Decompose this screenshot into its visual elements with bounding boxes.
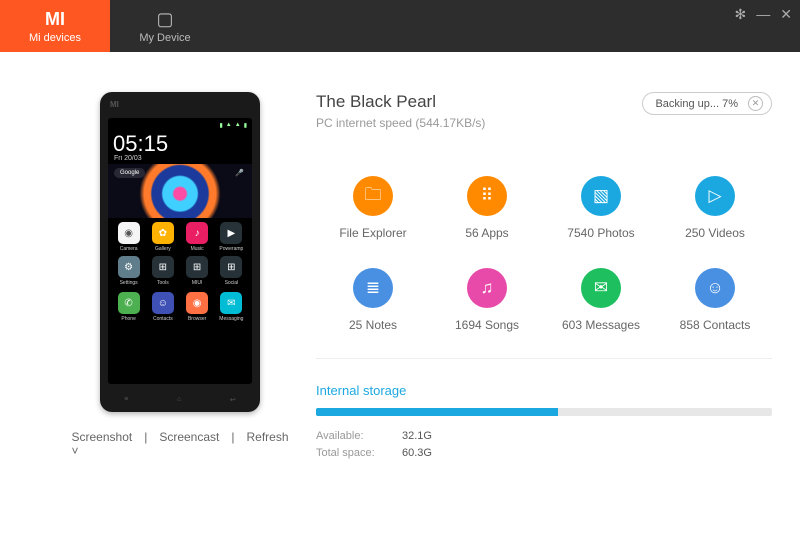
tile-file-explorer[interactable]: 🗀 File Explorer — [316, 176, 430, 240]
screenshot-button[interactable]: Screenshot ˅ — [72, 430, 133, 458]
divider: | — [144, 430, 147, 458]
window-controls: ✻ — ✕ — [735, 6, 792, 23]
app-social: ⊞Social — [216, 256, 247, 286]
tile-label: 56 Apps — [465, 226, 508, 240]
storage-title: Internal storage — [316, 383, 772, 398]
app-music: ♪Music — [182, 222, 213, 252]
screencast-button[interactable]: Screencast — [159, 430, 219, 458]
minimize-icon[interactable]: — — [756, 6, 770, 23]
app-miui: ⊞MIUI — [182, 256, 213, 286]
dock: ✆Phone☺Contacts◉Browser✉Messaging — [113, 292, 247, 322]
tile-250-videos[interactable]: ▷ 250 Videos — [658, 176, 772, 240]
header-bar: MI Mi devices ▢ My Device ✻ — ✕ — [0, 0, 800, 52]
status-bar: ▮▲▲▮ — [113, 122, 247, 129]
divider: | — [231, 430, 234, 458]
total-label: Total space: — [316, 445, 402, 462]
tile-label: File Explorer — [339, 226, 406, 240]
tab-label: My Device — [139, 32, 190, 44]
nav-keys: ≡⌂↩ — [100, 396, 260, 404]
close-icon[interactable]: ✕ — [780, 6, 792, 23]
tile-label: 250 Videos — [685, 226, 745, 240]
tile-icon: ♫ — [467, 268, 507, 308]
tile-icon: ✉ — [581, 268, 621, 308]
dock-contacts: ☺Contacts — [147, 292, 178, 322]
total-value: 60.3G — [402, 445, 432, 462]
storage-bar — [316, 408, 772, 416]
tile-label: 858 Contacts — [680, 318, 751, 332]
tile-7540-photos[interactable]: ▧ 7540 Photos — [544, 176, 658, 240]
wallpaper: Google 🎤 — [108, 164, 252, 218]
app-camera: ◉Camera — [113, 222, 144, 252]
tile-25-notes[interactable]: ≣ 25 Notes — [316, 268, 430, 332]
app-tools: ⊞Tools — [147, 256, 178, 286]
backup-text: Backing up... 7% — [655, 98, 738, 110]
mi-frame-logo-icon: MI — [110, 100, 119, 109]
device-icon: ▢ — [156, 9, 173, 30]
tile-1694-songs[interactable]: ♫ 1694 Songs — [430, 268, 544, 332]
settings-icon[interactable]: ✻ — [735, 6, 747, 23]
tab-mi-devices[interactable]: MI Mi devices — [0, 0, 110, 52]
tile-icon: ☺ — [695, 268, 735, 308]
storage-bar-fill — [316, 408, 558, 416]
phone-actions: Screenshot ˅ | Screencast | Refresh — [72, 430, 289, 458]
app-poweramp: ▶Poweramp — [216, 222, 247, 252]
device-title: The Black Pearl — [316, 92, 485, 112]
dock-browser: ◉Browser — [182, 292, 213, 322]
dock-phone: ✆Phone — [113, 292, 144, 322]
backup-status: Backing up... 7% ✕ — [642, 92, 772, 115]
tab-my-device[interactable]: ▢ My Device — [110, 0, 220, 52]
tile-icon: ▧ — [581, 176, 621, 216]
dock-messaging: ✉Messaging — [216, 292, 247, 322]
tile-icon: 🗀 — [353, 176, 393, 216]
tile-icon: ≣ — [353, 268, 393, 308]
device-subtitle: PC internet speed (544.17KB/s) — [316, 116, 485, 130]
tile-grid: 🗀 File Explorer ⠿ 56 Apps ▧ 7540 Photos ▷ 250 V… — [316, 176, 772, 359]
tile-label: 25 Notes — [349, 318, 397, 332]
mi-logo-icon: MI — [45, 9, 65, 30]
google-search: Google — [114, 168, 145, 178]
storage-section: Internal storage Available: 32.1G Total … — [316, 383, 772, 461]
tile-label: 1694 Songs — [455, 318, 519, 332]
app-grid: ◉Camera✿Gallery♪Music▶Poweramp⚙Settings⊞… — [113, 222, 247, 286]
available-value: 32.1G — [402, 428, 432, 445]
tile-icon: ⠿ — [467, 176, 507, 216]
tile-label: 603 Messages — [562, 318, 640, 332]
available-label: Available: — [316, 428, 402, 445]
app-gallery: ✿Gallery — [147, 222, 178, 252]
tile-56-apps[interactable]: ⠿ 56 Apps — [430, 176, 544, 240]
cancel-backup-icon[interactable]: ✕ — [748, 96, 763, 111]
tile-858-contacts[interactable]: ☺ 858 Contacts — [658, 268, 772, 332]
device-panel: The Black Pearl PC internet speed (544.1… — [270, 92, 772, 533]
tile-label: 7540 Photos — [567, 226, 634, 240]
lock-clock: 05:15 Fri 20/03 — [113, 133, 247, 162]
phone-screen[interactable]: ▮▲▲▮ 05:15 Fri 20/03 Google 🎤 ◉Camera✿Ga… — [108, 118, 252, 384]
phone-frame: MI ▮▲▲▮ 05:15 Fri 20/03 Google 🎤 ◉Camera… — [100, 92, 260, 412]
tab-label: Mi devices — [29, 32, 81, 44]
app-settings: ⚙Settings — [113, 256, 144, 286]
tile-603-messages[interactable]: ✉ 603 Messages — [544, 268, 658, 332]
phone-panel: MI ▮▲▲▮ 05:15 Fri 20/03 Google 🎤 ◉Camera… — [90, 92, 270, 533]
mic-icon: 🎤 — [235, 169, 244, 177]
tile-icon: ▷ — [695, 176, 735, 216]
